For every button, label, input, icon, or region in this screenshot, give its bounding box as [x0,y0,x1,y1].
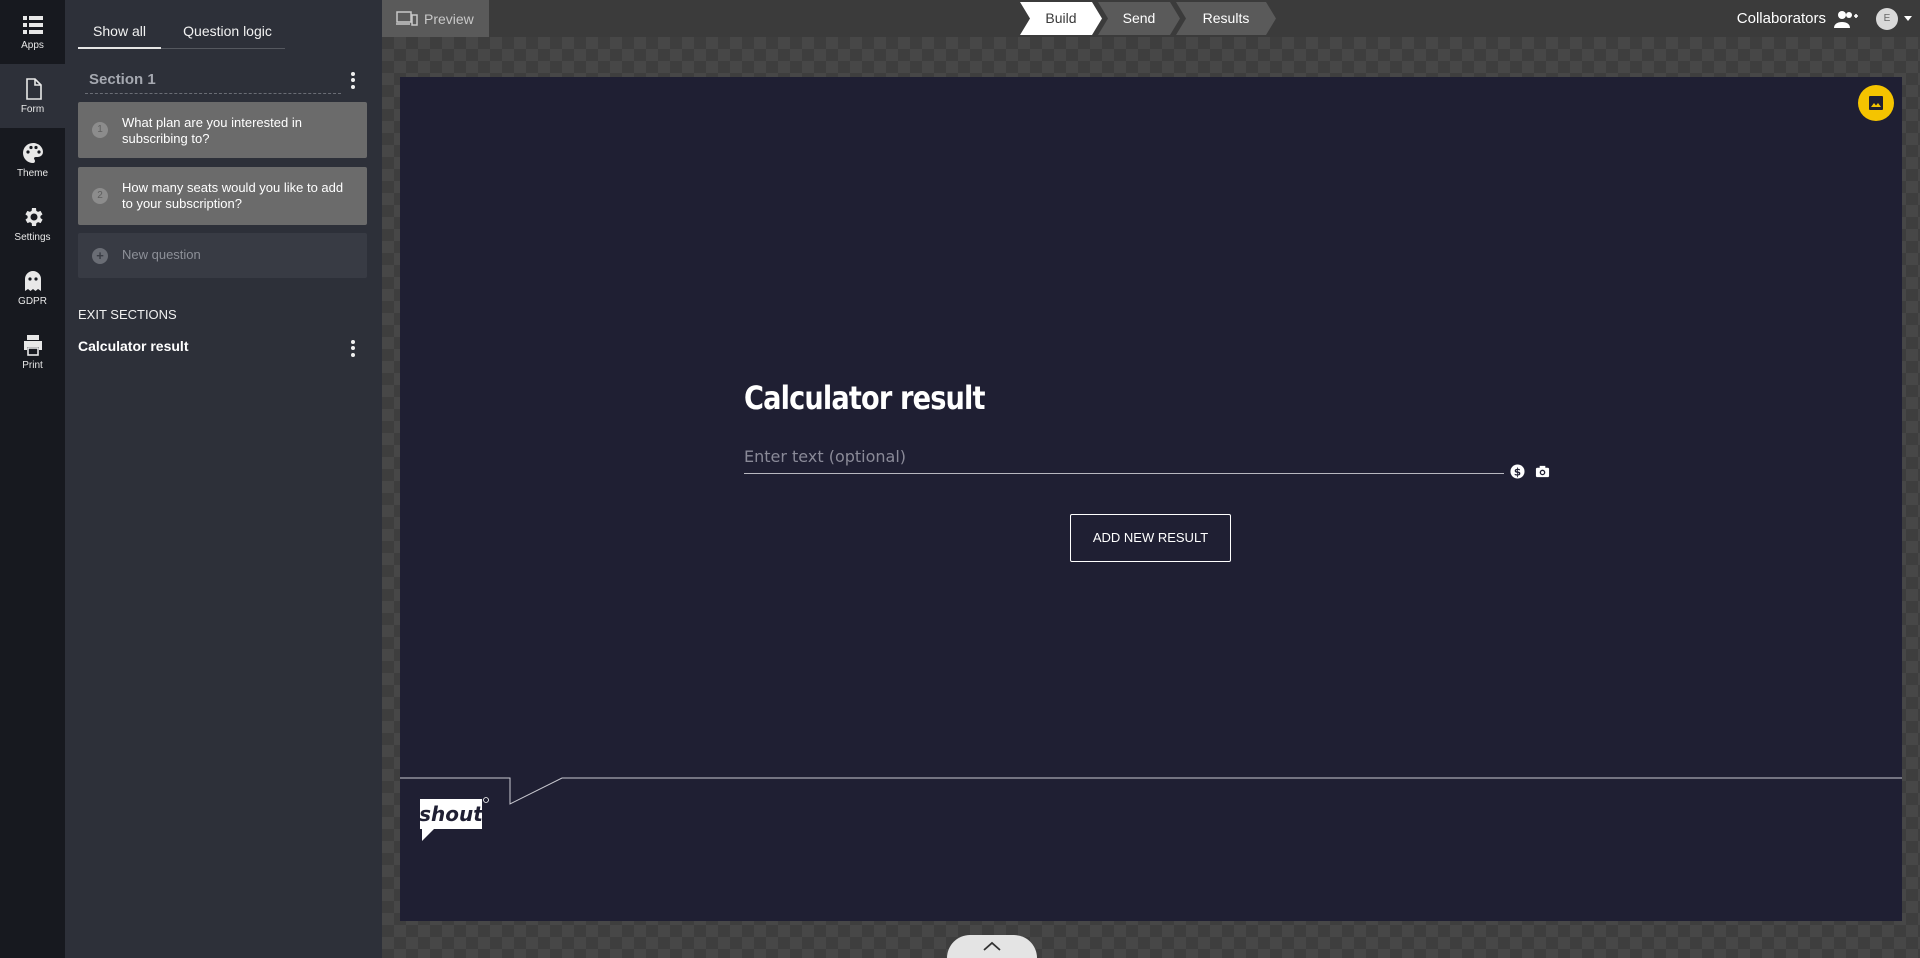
printer-icon [23,335,42,356]
collaborators-label: Collaborators [1736,10,1826,27]
svg-text:$: $ [1514,466,1521,478]
exit-sections-heading: EXIT SECTIONS [78,307,177,322]
rail-label-form: Form [20,104,45,115]
chevron-up-icon [983,941,1001,951]
step-results-label: Results [1202,10,1250,26]
tab-show-all[interactable]: Show all [78,16,161,49]
rail-label-theme: Theme [16,168,49,179]
exit-section-item[interactable]: Calculator result [78,338,188,354]
image-icon [1869,96,1883,110]
step-send[interactable]: Send [1098,2,1180,35]
document-icon [25,78,42,100]
rail-item-theme[interactable]: Theme [0,128,65,192]
exit-section-menu-icon[interactable] [346,338,360,358]
preview-label: Preview [424,10,474,27]
rail-label-apps: Apps [21,40,44,51]
rail-item-print[interactable]: Print [0,320,65,384]
rail-label-print: Print [22,360,43,371]
form-outline-panel: Show all Question logic Section 1 1 What… [65,0,382,958]
question-card-1[interactable]: 1 What plan are you interested in subscr… [78,102,367,158]
rail-item-apps[interactable]: Apps [0,0,65,64]
question-number: 2 [92,188,108,204]
collaborators-button[interactable]: Collaborators [1737,0,1858,37]
question-number: 1 [92,122,108,138]
palette-icon [22,143,43,163]
apps-grid-icon [22,16,43,34]
svg-text:shout: shout [419,802,484,826]
shout-logo: shout [419,797,489,841]
section-menu-icon[interactable] [346,70,360,90]
add-person-icon [1834,10,1858,28]
tab-question-logic[interactable]: Question logic [170,16,285,49]
expand-panel-button[interactable] [947,935,1037,958]
preview-button[interactable]: Preview [382,0,489,37]
top-bar: Preview Build Send Results Collaborators… [382,0,1920,37]
add-new-result-button[interactable]: ADD NEW RESULT [1070,514,1231,562]
rail-item-gdpr[interactable]: GDPR [0,256,65,320]
footer-divider [400,777,1902,805]
result-title[interactable]: Calculator result [744,379,986,417]
plus-icon: + [92,248,108,264]
step-build-label: Build [1045,10,1077,26]
step-send-label: Send [1122,10,1156,26]
new-question-button[interactable]: + New question [78,233,367,278]
dollar-icon[interactable]: $ [1510,464,1525,479]
section-title[interactable]: Section 1 [85,70,341,94]
panel-tabs: Show all Question logic [78,16,285,49]
rail-label-gdpr: GDPR [18,296,47,307]
rail-item-form[interactable]: Form [0,64,65,128]
camera-icon[interactable] [1535,464,1550,479]
result-text-input[interactable] [744,440,1504,474]
question-card-2[interactable]: 2 How many seats would you like to add t… [78,167,367,225]
user-avatar[interactable]: E [1876,8,1898,30]
question-text: How many seats would you like to add to … [122,180,344,211]
ghost-icon [24,271,41,291]
question-text: What plan are you interested in subscrib… [122,115,302,146]
step-results[interactable]: Results [1176,2,1276,35]
rail-label-settings: Settings [14,232,51,243]
chevron-down-icon[interactable] [1904,16,1912,21]
devices-icon [396,10,418,26]
step-build[interactable]: Build [1020,2,1102,35]
form-canvas: Calculator result $ ADD NEW RESULT shout [400,77,1902,921]
app-rail: Apps Form Theme Settings GDPR Print [0,0,65,958]
new-question-label: New question [122,247,201,262]
rail-item-settings[interactable]: Settings [0,192,65,256]
background-image-button[interactable] [1858,85,1894,121]
gear-icon [24,208,43,226]
